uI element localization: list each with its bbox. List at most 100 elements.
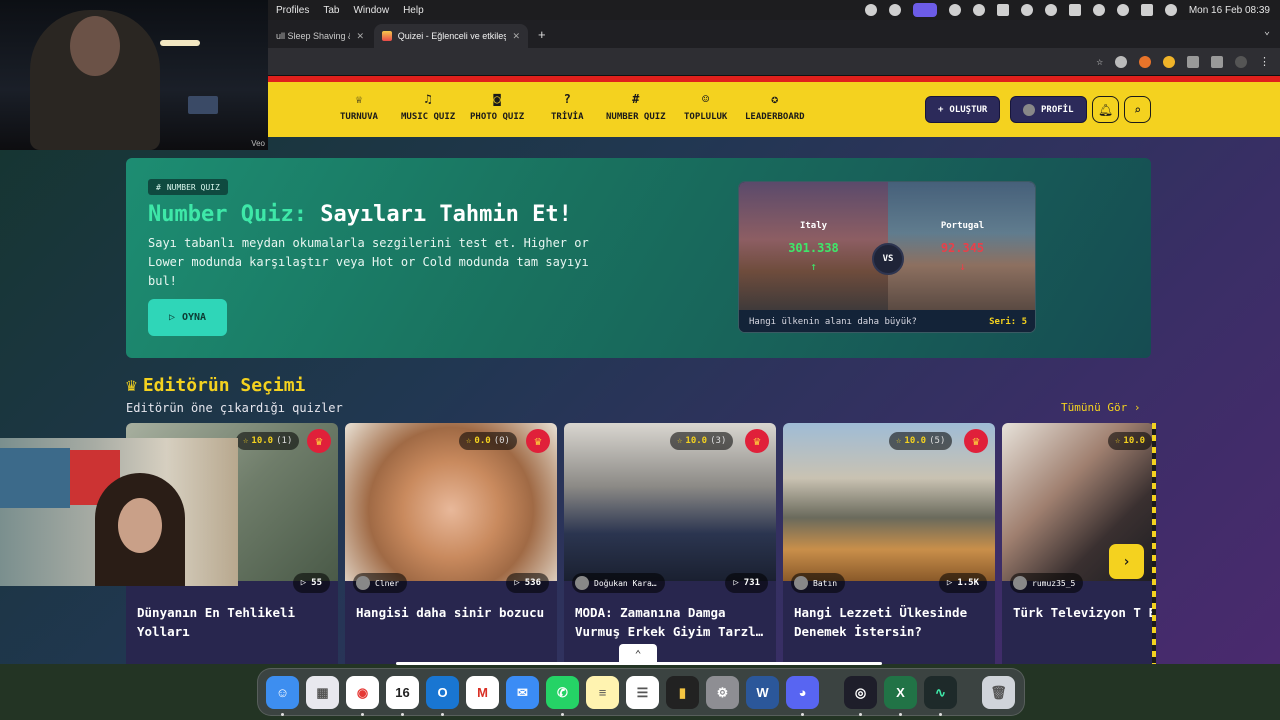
control-center-icon[interactable] [1140,4,1153,16]
headphones-icon[interactable] [1044,4,1057,16]
word-icon[interactable]: W [746,676,779,709]
play-count: ▷ 536 [506,573,549,593]
discord-icon[interactable]: ◕ [786,676,819,709]
rating-value: 10.0 [251,436,274,446]
menubar-clock[interactable]: Mon 16 Feb 08:39 [1189,5,1270,16]
status-icon[interactable] [888,4,901,16]
menu-tab[interactable]: Tab [323,5,339,16]
search-icon[interactable]: ⌕ [1124,96,1151,123]
nav-trivia[interactable]: ? TRİVİA [551,92,584,122]
siri-icon[interactable] [1164,4,1177,16]
carousel-next-button[interactable]: › [1109,544,1144,579]
chrome-icon[interactable]: ◉ [346,676,379,709]
left-value: 301.338 [788,241,839,255]
nav-leaderboard[interactable]: ✪ LEADERBOARD [745,92,805,122]
stats-icon[interactable]: ▮ [666,676,699,709]
tab-search-icon[interactable]: ⌄ [1264,26,1270,37]
play-icon: ▷ [733,578,739,588]
play-count-value: 536 [524,578,541,588]
battery-icon[interactable] [1068,4,1081,16]
calendar-icon[interactable]: 16 [386,676,419,709]
close-icon[interactable]: ✕ [512,31,520,42]
puzzle-icon[interactable] [1187,55,1199,68]
author-chip[interactable]: Clner [353,573,408,593]
dropbox-icon[interactable] [996,4,1009,16]
quiz-card[interactable]: ☆ 0.0 (0) ♛ Clner ▷ 536 Hangisi daha sinir … [345,423,557,664]
rating-value: 10.0 [1123,436,1146,446]
create-button[interactable]: + OLUŞTUR [925,96,1001,123]
notification-bell-icon[interactable]: 🔔︎ [1092,96,1119,123]
notes-icon[interactable]: ≡ [586,676,619,709]
chevron-up-icon[interactable]: ⌃ [619,644,657,664]
star-icon: ☆ [1115,436,1121,446]
record-icon[interactable] [864,4,877,16]
menu-help[interactable]: Help [403,5,424,16]
reminders-icon[interactable]: ☰ [626,676,659,709]
quiz-card[interactable]: ☆ 10.0 (3) ♛ Doğukan Kara… ▷ 731 MODA: Zama… [564,423,776,664]
person [30,10,160,150]
menu-window[interactable]: Window [353,5,389,16]
address-bar[interactable]: ☆ ⋮ [268,48,1280,76]
search-icon[interactable] [1116,4,1129,16]
extension-icon[interactable] [1163,55,1175,68]
profile-button[interactable]: PROFİL [1010,96,1087,123]
section-title-text: Editörün Seçimi [142,375,306,396]
nav-turnuva[interactable]: ♕ TURNUVA [340,92,378,122]
play-count-value: 731 [743,578,760,588]
spotify-icon[interactable] [948,4,961,16]
webcam-overlay-top: Veo [0,0,268,150]
media-icon[interactable] [1211,55,1223,68]
nav-photo-quiz[interactable]: ◙ PHOTO QUIZ [470,92,524,122]
tab-quizei[interactable]: Quizei - Eğlenceli ve etkileşim ✕ [374,24,528,48]
nav-label: PHOTO QUIZ [470,112,525,122]
finder-icon[interactable]: ☺ [266,676,299,709]
pen-icon[interactable] [972,4,985,16]
excel-icon[interactable]: X [884,676,917,709]
activity-monitor-icon[interactable]: ∿ [924,676,957,709]
menu-profiles[interactable]: Profiles [276,5,309,16]
running-indicator [361,713,364,716]
author-chip[interactable]: Doğukan Kara… [572,573,665,593]
play-icon[interactable] [1020,4,1033,16]
play-button[interactable]: ▷ OYNA [148,299,227,336]
obs-icon[interactable]: ◎ [844,676,877,709]
play-count: ▷ 55 [292,573,330,593]
versus-preview[interactable]: Italy 301.338 ↑ Portugal 92.345 ↓ VS Han… [738,181,1036,333]
play-icon: ▷ [300,578,307,588]
see-all-link[interactable]: Tümünü Gör › [1061,401,1140,414]
more-menu-icon[interactable]: ⋮ [1259,55,1270,68]
tab-sleep[interactable]: ull Sleep Shaving & H ✕ [268,24,372,48]
create-label: OLUŞTUR [949,104,988,115]
launchpad-icon[interactable]: ▦ [306,676,339,709]
active-app-icon[interactable] [912,3,937,17]
close-icon[interactable]: ✕ [356,31,364,42]
new-tab-button[interactable]: + [538,27,546,42]
wifi-icon[interactable] [1092,4,1105,16]
outlook-icon[interactable]: O [426,676,459,709]
camera-icon: ◙ [493,92,501,106]
play-circle-icon: ▷ [168,312,175,323]
author-chip[interactable]: rumuz35_5 [1010,573,1084,593]
quiz-card[interactable]: ☆ 10.0 (5) ♛ Batın ▷ 1.5K Hangi Lezzeti Ülk… [783,423,995,664]
nav-label: MUSIC QUIZ [401,112,456,122]
running-indicator [939,713,942,716]
rating-value: 0.0 [474,436,491,446]
crown-icon: ♛ [526,429,550,453]
extension-icon[interactable] [1139,55,1151,68]
nav-number-quiz[interactable]: # NUMBER QUIZ [606,92,666,122]
trash-icon[interactable]: 🗑︎ [982,676,1015,709]
whatsapp-icon[interactable]: ✆ [546,676,579,709]
settings-icon[interactable]: ⚙ [706,676,739,709]
nav-label: TRİVİA [551,112,584,122]
author-chip[interactable]: Batın [791,573,846,593]
rating-count: (0) [493,436,510,446]
hero-title-highlight: Number Quiz: [148,202,307,227]
extension-icon[interactable] [1115,55,1127,68]
nav-topluluk[interactable]: ☺ TOPLULUK [684,92,727,122]
nav-music-quiz[interactable]: ♫ MUSIC QUIZ [401,92,455,122]
gmail-icon[interactable]: M [466,676,499,709]
profile-avatar[interactable] [1235,55,1247,68]
site-nav: ♕ TURNUVA ♫ MUSIC QUIZ ◙ PHOTO QUIZ ? TR… [268,82,1280,137]
mail-icon[interactable]: ✉ [506,676,539,709]
bookmark-star-icon[interactable]: ☆ [1096,55,1103,68]
